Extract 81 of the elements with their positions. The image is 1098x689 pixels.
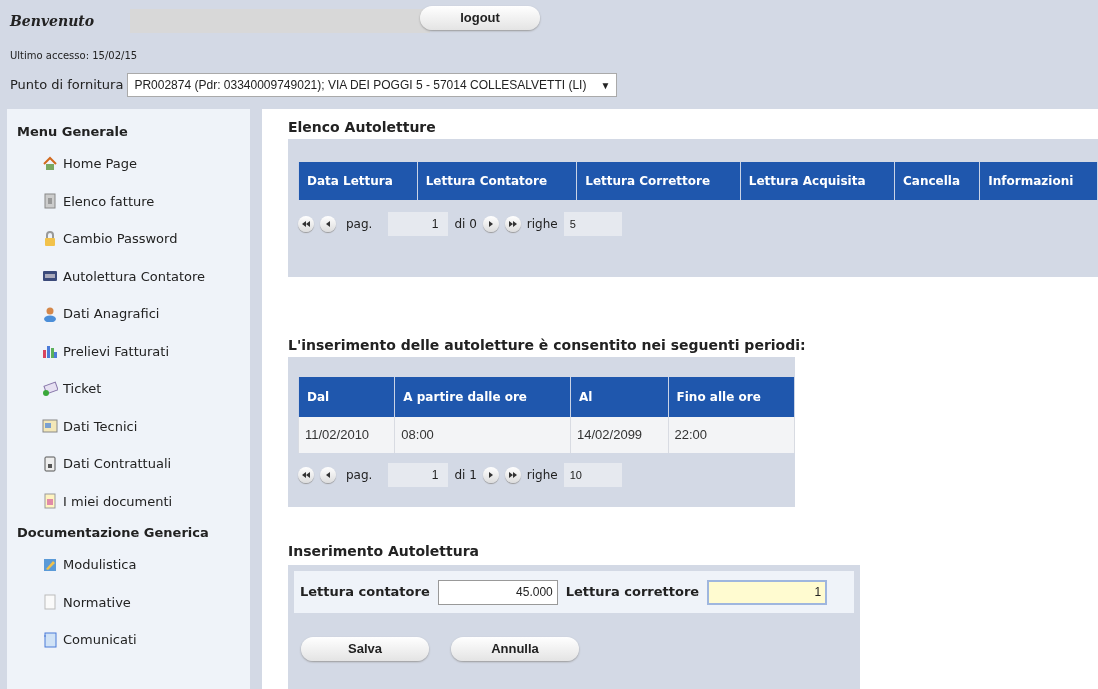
bar-chart-icon	[42, 343, 58, 360]
page-field[interactable]: 1	[388, 212, 449, 236]
page-field[interactable]: 1	[388, 463, 449, 487]
page-count-text: di 1	[454, 467, 477, 484]
page-label: pag.	[346, 216, 373, 233]
arrow-icon	[324, 471, 332, 479]
document-icon	[42, 493, 58, 510]
last-page-button[interactable]	[504, 467, 521, 483]
rows-per-page-field[interactable]: 5	[563, 212, 622, 236]
column-header: Informazioni	[979, 162, 1098, 200]
double-arrow-icon	[302, 220, 310, 228]
column-header: Lettura Contatore	[417, 162, 577, 200]
next-page-button[interactable]	[482, 467, 499, 483]
first-page-button[interactable]	[298, 467, 314, 483]
field-label: Lettura correttore	[565, 583, 700, 602]
page-count-text: di 0	[454, 216, 477, 233]
sidebar-item[interactable]: Dati Tecnici	[17, 407, 250, 445]
table-cell: 14/02/2099	[570, 417, 669, 453]
focused-input-field[interactable]: 1	[707, 579, 828, 605]
last-page-button[interactable]	[504, 216, 521, 232]
sidebar-item[interactable]: Prelievi Fatturati	[17, 332, 250, 370]
first-page-button[interactable]	[298, 216, 314, 232]
column-header: A partire dalle ore	[394, 377, 571, 417]
document-icon	[42, 455, 58, 472]
double-arrow-icon	[508, 220, 517, 228]
column-header: Al	[570, 377, 669, 417]
user-icon	[42, 305, 58, 322]
column-header: Cancella	[894, 162, 980, 200]
page-label: pag.	[346, 467, 373, 484]
field-label: Lettura contatore	[300, 583, 430, 602]
sidebar-item[interactable]: Modulistica	[17, 546, 250, 584]
document-icon	[42, 193, 58, 210]
sidebar-item[interactable]: Dati Contrattuali	[17, 445, 250, 483]
house-icon	[42, 155, 58, 172]
sidebar-heading: Menu Generale	[17, 123, 129, 142]
column-header: Data Lettura	[298, 162, 418, 200]
previous-page-button[interactable]	[320, 467, 336, 483]
sidebar-item[interactable]: Autolettura Contatore	[17, 257, 250, 295]
rows-label: righe	[526, 467, 558, 484]
sidebar-item[interactable]: Normative	[17, 583, 250, 621]
arrow-icon	[486, 220, 495, 228]
section-title: Inserimento Autolettura	[288, 542, 481, 561]
table-cell: 08:00	[394, 417, 571, 453]
logout-button[interactable]: logout	[420, 6, 540, 30]
double-arrow-icon	[508, 471, 517, 479]
arrow-icon	[486, 471, 495, 479]
sidebar-item[interactable]: Comunicati	[17, 621, 250, 659]
envelope-icon	[42, 380, 58, 397]
form-button[interactable]: Salva	[301, 637, 429, 661]
column-header: Lettura Acquisita	[740, 162, 895, 200]
field-label: Punto di fornitura	[10, 76, 124, 95]
column-header: Fino alle ore	[668, 377, 795, 417]
last-access-text: Ultimo accesso: 15/02/15	[10, 49, 139, 63]
section-title: L'inserimento delle autoletture è consentito nei seguenti periodi:	[288, 336, 807, 355]
arrow-icon	[324, 220, 332, 228]
input-field[interactable]: 45.000	[437, 579, 558, 605]
padlock-icon	[42, 230, 58, 247]
double-arrow-icon	[302, 471, 310, 479]
sidebar-item[interactable]: I miei documenti	[17, 482, 250, 520]
table-cell: 22:00	[668, 417, 795, 453]
pencil-document-icon	[42, 556, 58, 573]
sidebar-item[interactable]: Dati Anagrafici	[17, 295, 250, 333]
section-title: Elenco Autoletture	[288, 118, 437, 137]
sidebar-item[interactable]: Cambio Password	[17, 220, 250, 258]
column-header: Lettura Correttore	[576, 162, 741, 200]
column-header: Dal	[298, 377, 395, 417]
rows-label: righe	[526, 216, 558, 233]
table-cell: 11/02/2010	[298, 417, 395, 453]
previous-page-button[interactable]	[320, 216, 336, 232]
sidebar-item[interactable]: Elenco fatture	[17, 182, 250, 220]
window-icon	[42, 418, 58, 435]
supply-point-dropdown[interactable]: PR002874 (Pdr: 03340009749021); VIA DEI POGGI 5 - 57014 COLLESALVETTI (LI) ▼	[127, 73, 618, 97]
rows-per-page-field[interactable]: 10	[563, 463, 622, 487]
next-page-button[interactable]	[482, 216, 499, 232]
notebook-icon	[42, 631, 58, 648]
welcome-text: Benvenuto	[10, 11, 96, 31]
sidebar-item[interactable]: Ticket	[17, 370, 250, 408]
sidebar-item[interactable]: Home Page	[17, 145, 250, 183]
sidebar-heading: Documentazione Generica	[17, 524, 210, 543]
blank-page-icon	[42, 594, 58, 611]
form-button[interactable]: Annulla	[451, 637, 579, 661]
